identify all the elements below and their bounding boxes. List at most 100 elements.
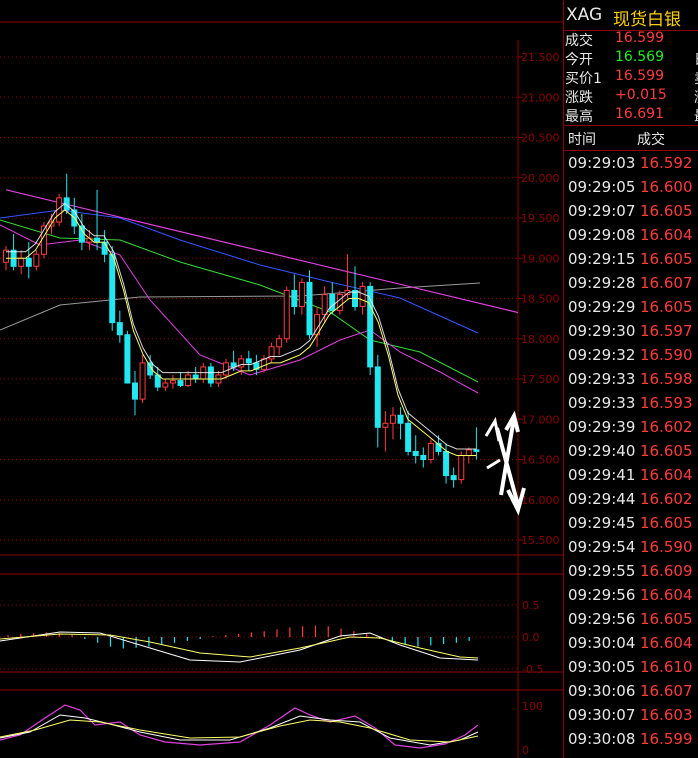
tick-row: 09:29:05 16.600: [563, 176, 698, 200]
ticks-header: 时间 成交: [563, 125, 698, 151]
candle-body: [321, 293, 328, 316]
candle-body: [359, 285, 366, 308]
quote-value: 16.569: [615, 49, 664, 65]
candle-body: [382, 422, 389, 428]
tick-time: 09:29:33: [568, 370, 636, 388]
tick-row: 09:29:08 16.604: [563, 224, 698, 248]
tick-time: 09:29:15: [568, 250, 636, 268]
candle-body: [78, 225, 85, 243]
candle-body: [374, 366, 381, 428]
tick-time: 09:29:33: [568, 394, 636, 412]
tick-price: 16.602: [640, 418, 693, 436]
candle-body: [185, 374, 192, 386]
tick-price: 16.605: [640, 442, 693, 460]
candle-body: [223, 362, 230, 376]
tick-price: 16.599: [640, 730, 693, 748]
quote-row: 今开 16.569 日: [563, 49, 698, 68]
tick-price: 16.598: [640, 370, 693, 388]
tick-time: 09:29:32: [568, 346, 636, 364]
tick-price: 16.605: [640, 610, 693, 628]
tick-row: 09:29:29 16.605: [563, 296, 698, 320]
tick-row: 09:29:33 16.598: [563, 368, 698, 392]
quote-sidebar: XAG 现货白银 成交 16.599 今开 16.569 日买价1 16.599 卖涨跌 +0…: [563, 0, 698, 758]
tick-row: 09:30:04 16.604: [563, 632, 698, 656]
candle-body: [192, 374, 199, 380]
tick-price: 16.605: [640, 514, 693, 532]
candle-body: [336, 293, 343, 312]
tick-row: 09:29:41 16.604: [563, 464, 698, 488]
tick-price: 16.593: [640, 394, 693, 412]
tick-row: 09:29:39 16.602: [563, 416, 698, 440]
ma120-line: [0, 282, 481, 331]
tick-time: 09:29:56: [568, 586, 636, 604]
price-tick-label: 17.500: [521, 373, 560, 386]
candle-body: [412, 450, 419, 456]
quote-extra: 卖: [694, 68, 698, 88]
candle-body: [169, 380, 176, 384]
candle-body: [420, 454, 427, 461]
price-tick-label: 16.000: [521, 494, 560, 507]
candle-body: [25, 257, 32, 267]
candle-body: [109, 253, 116, 324]
quote-row: 买价1 16.599 卖: [563, 68, 698, 87]
quote-value: 16.599: [615, 30, 664, 46]
tick-row: 09:29:40 16.605: [563, 440, 698, 464]
tick-time: 09:29:08: [568, 226, 636, 244]
price-tick-label: 21.500: [521, 51, 560, 64]
quote-value: +0.015: [615, 87, 667, 103]
candle-body: [329, 293, 336, 312]
tick-time: 09:29:30: [568, 322, 636, 340]
tick-price: 16.605: [640, 250, 693, 268]
quote-row: 最高 16.691 最: [563, 106, 698, 125]
kdj-k-line: [0, 714, 479, 746]
price-tick-label: 20.500: [521, 132, 560, 145]
tick-time: 09:30:04: [568, 634, 636, 652]
candle-body: [283, 289, 290, 340]
tick-price: 16.590: [640, 346, 693, 364]
candle-body: [162, 382, 169, 388]
symbol-header: XAG 现货白银: [563, 0, 698, 31]
price-tick-label: 19.500: [521, 212, 560, 225]
tick-time: 09:29:54: [568, 538, 636, 556]
ma60-line: [0, 209, 479, 334]
price-tick-label: 18.500: [521, 293, 560, 306]
price-tick-label: 21.000: [521, 91, 560, 104]
tick-price: 16.600: [640, 178, 693, 196]
tick-time: 09:29:03: [568, 154, 636, 172]
tick-time: 09:29:41: [568, 466, 636, 484]
candle-body: [458, 454, 465, 481]
tick-time: 09:30:08: [568, 730, 636, 748]
kline-chart-panel[interactable]: 21.500 21.000 20.500 20.000 19.500 19.000 18.5…: [0, 0, 563, 758]
tick-price: 16.607: [640, 274, 693, 292]
tick-time: 09:29:40: [568, 442, 636, 460]
kdj-j-line: [0, 704, 479, 749]
quote-label: 买价1: [565, 71, 602, 87]
tick-price: 16.590: [640, 538, 693, 556]
trendline: [5, 189, 519, 314]
price-tick-label: 19.000: [521, 252, 560, 265]
quote-value: 16.691: [615, 106, 664, 122]
candle-body: [306, 281, 313, 336]
tick-time: 09:29:39: [568, 418, 636, 436]
kline-chart-svg[interactable]: 21.500 21.000 20.500 20.000 19.500 19.000 18.5…: [0, 0, 563, 758]
candle-body: [298, 281, 305, 308]
candle-body: [397, 414, 404, 424]
tick-row: 09:29:56 16.605: [563, 608, 698, 632]
tick-row: 09:30:06 16.607: [563, 680, 698, 704]
ticks-header-price: 成交: [637, 132, 665, 148]
tick-time: 09:29:07: [568, 202, 636, 220]
symbol-code: XAG: [566, 5, 603, 25]
tick-row: 09:29:44 16.602: [563, 488, 698, 512]
macd-dea-line: [0, 633, 479, 659]
tick-price: 16.610: [640, 658, 693, 676]
tick-time: 09:29:56: [568, 610, 636, 628]
price-tick-label: 18.000: [521, 333, 560, 346]
candle-body: [405, 422, 412, 452]
tick-time: 09:29:55: [568, 562, 636, 580]
candle-body: [443, 450, 450, 477]
candle-body: [207, 366, 214, 384]
quote-label: 涨跌: [565, 90, 593, 106]
tick-row: 09:29:30 16.597: [563, 320, 698, 344]
tick-time: 09:29:28: [568, 274, 636, 292]
tick-time: 09:30:07: [568, 706, 636, 724]
